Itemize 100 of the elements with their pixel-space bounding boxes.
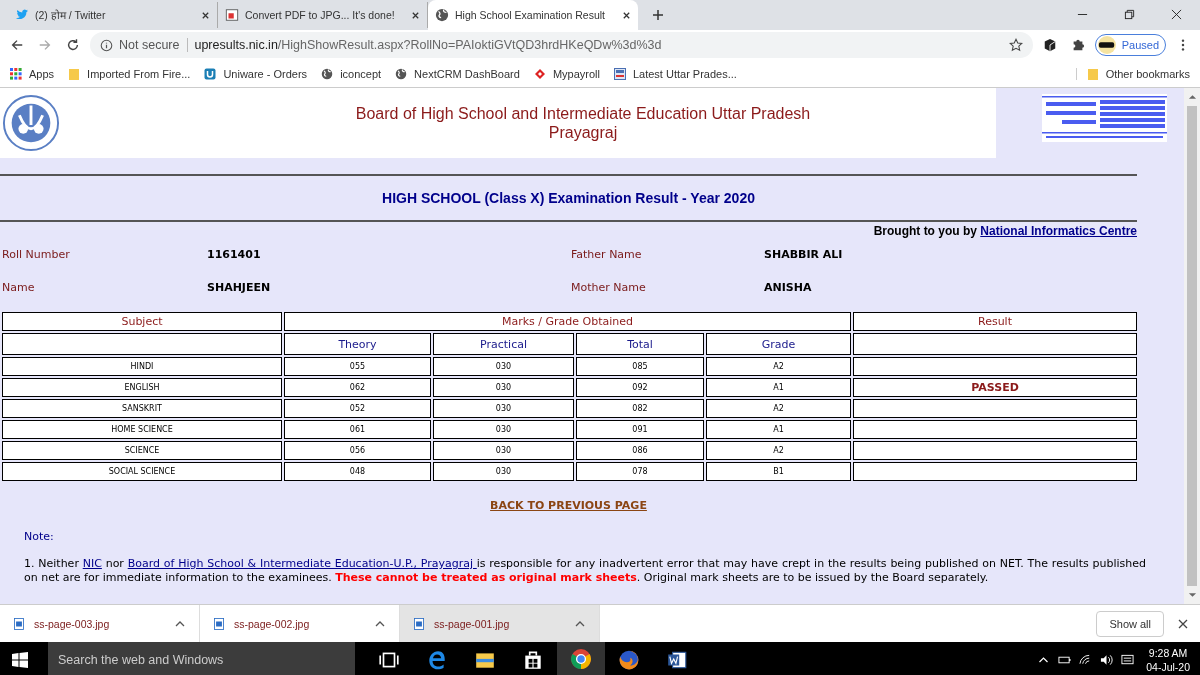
field-value: ANISHA xyxy=(764,281,813,294)
note-link[interactable]: NIC xyxy=(82,557,102,570)
image-file-icon xyxy=(414,617,424,630)
table-cell: ENGLISH xyxy=(2,378,282,397)
table-cell: 052 xyxy=(284,399,431,418)
close-icon[interactable] xyxy=(1178,618,1188,629)
globe-icon xyxy=(435,8,449,22)
table-cell: 078 xyxy=(576,462,704,481)
new-tab-icon[interactable] xyxy=(652,9,664,21)
restore-icon[interactable] xyxy=(1124,9,1135,20)
bookmark[interactable]: NextCRM DashBoard xyxy=(391,67,524,80)
scroll-down-icon[interactable] xyxy=(1187,592,1197,598)
info-icon[interactable] xyxy=(100,38,113,52)
search-field[interactable]: Search the web and Windows xyxy=(48,642,355,675)
notification-icon[interactable] xyxy=(1121,653,1135,666)
show-all-button[interactable]: Show all xyxy=(1096,610,1164,637)
close-icon[interactable] xyxy=(411,10,420,20)
column-header: Total xyxy=(576,333,704,355)
speaker-icon[interactable] xyxy=(1100,653,1114,666)
table-cell: 061 xyxy=(284,420,431,439)
folder-icon xyxy=(68,67,81,80)
caret-icon[interactable] xyxy=(175,620,185,627)
bookmark[interactable]: Uniware - Orders xyxy=(200,67,312,80)
column-header: Grade xyxy=(706,333,851,355)
table-cell: HOME SCIENCE xyxy=(2,420,282,439)
close-icon[interactable] xyxy=(1171,9,1182,20)
table-cell: A1 xyxy=(706,378,851,397)
note-link[interactable]: Board of High School & Intermediate Education-U.P., Prayagraj xyxy=(127,557,477,570)
table-cell: 086 xyxy=(576,441,704,460)
column-header: Theory xyxy=(284,333,431,355)
fox-globe-icon xyxy=(618,648,640,671)
table-cell: 056 xyxy=(284,441,431,460)
field-label: Mother Name xyxy=(571,281,647,294)
note-heading: Note: xyxy=(24,530,55,543)
close-icon[interactable] xyxy=(622,10,631,20)
apps-grid-icon xyxy=(10,67,22,80)
bookmark[interactable]: Latest Uttar Prades... xyxy=(609,67,741,80)
bookmark[interactable]: Imported From Fire... xyxy=(64,67,195,80)
image-file-icon xyxy=(214,617,224,630)
bookmark[interactable]: Apps xyxy=(6,67,59,80)
field-label: Name xyxy=(1,281,36,294)
clock-date: 04-Jul-20 xyxy=(1146,659,1190,674)
caret-icon[interactable] xyxy=(575,620,585,627)
table-cell: 030 xyxy=(433,357,574,376)
bird-icon xyxy=(15,8,29,22)
table-cell: A2 xyxy=(706,357,851,376)
download-item[interactable]: ss-page-001.jpg xyxy=(400,605,600,642)
address-field[interactable]: Not secure upresults.nic.in/HighShowResult.aspx?RollNo=PAIoktiGVtQD3hrdHKeQDw%3d%3d xyxy=(90,32,1033,58)
table-cell: PASSED xyxy=(853,378,1137,397)
star-icon[interactable] xyxy=(1008,38,1023,52)
table-cell: 048 xyxy=(284,462,431,481)
table-cell: 030 xyxy=(433,378,574,397)
table-cell: 030 xyxy=(433,420,574,439)
table-cell: 085 xyxy=(576,357,704,376)
table-cell: A1 xyxy=(706,420,851,439)
field-value: 1161401 xyxy=(207,248,262,261)
browser-tab[interactable]: (2) होम / Twitter xyxy=(8,2,218,28)
table-cell: 091 xyxy=(576,420,704,439)
column-header: Result xyxy=(853,312,1137,331)
scrollbar[interactable] xyxy=(1184,88,1200,604)
u-logo-icon xyxy=(204,67,217,80)
windows-start-icon[interactable] xyxy=(12,651,28,668)
table-cell: 055 xyxy=(284,357,431,376)
column-header: Subject xyxy=(2,312,282,331)
folder-icon xyxy=(1086,67,1099,80)
close-icon[interactable] xyxy=(201,10,210,20)
table-cell: A2 xyxy=(706,441,851,460)
diamond-icon xyxy=(533,67,546,80)
bookmark[interactable]: Other bookmarks xyxy=(1075,67,1194,80)
table-cell: SOCIAL SCIENCE xyxy=(2,462,282,481)
table-cell: SCIENCE xyxy=(2,441,282,460)
clock-time: 9:28 AM xyxy=(1148,645,1188,660)
back-link[interactable]: BACK TO PREVIOUS PAGE xyxy=(490,499,647,512)
table-cell: SANSKRIT xyxy=(2,399,282,418)
e-logo-icon xyxy=(426,648,448,671)
globe-icon xyxy=(321,67,334,80)
browser-tab[interactable]: High School Examination Result xyxy=(428,0,638,30)
table-cell: 092 xyxy=(576,378,704,397)
column-header: Marks / Grade Obtained xyxy=(284,312,851,331)
bookmark[interactable]: Mypayroll xyxy=(529,67,604,80)
newspaper-icon xyxy=(613,67,626,80)
avatar-icon xyxy=(1097,36,1116,54)
bookmark[interactable]: iconcept xyxy=(317,67,386,80)
board-city: Prayagraj xyxy=(547,123,619,142)
table-cell: 062 xyxy=(284,378,431,397)
security-label: Not secure xyxy=(119,38,189,52)
board-title: Board of High School and Intermediate Education Uttar Pradesh xyxy=(354,104,812,123)
credit-link[interactable]: National Informatics Centre xyxy=(980,224,1137,238)
table-cell: 082 xyxy=(576,399,704,418)
scroll-up-icon[interactable] xyxy=(1187,94,1197,100)
field-value: SHABBIR ALI xyxy=(764,248,844,261)
taskbar-app[interactable] xyxy=(557,642,605,675)
table-cell: 030 xyxy=(433,462,574,481)
image-file-icon xyxy=(14,617,24,630)
field-value: SHAHJEEN xyxy=(207,281,272,294)
browser-tab[interactable]: Convert PDF to JPG... It's done! xyxy=(218,2,428,28)
credit-text: Brought to you by National Informatics Centre xyxy=(872,224,1137,238)
table-cell: A2 xyxy=(706,399,851,418)
caret-icon[interactable] xyxy=(375,620,385,627)
column-header: Practical xyxy=(433,333,574,355)
